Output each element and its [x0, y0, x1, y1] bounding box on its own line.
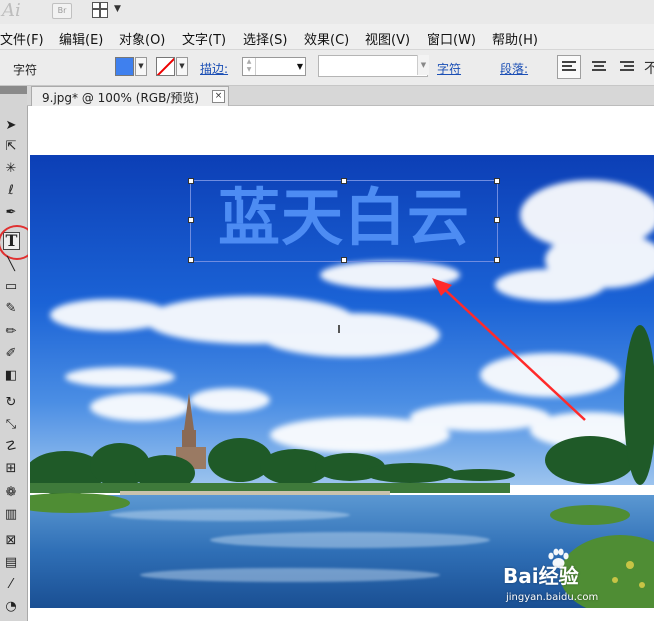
watermark-brand: Bai经验: [503, 564, 579, 588]
watermark-url: jingyan.baidu.com: [506, 592, 599, 603]
annotation-arrow: [432, 278, 586, 421]
